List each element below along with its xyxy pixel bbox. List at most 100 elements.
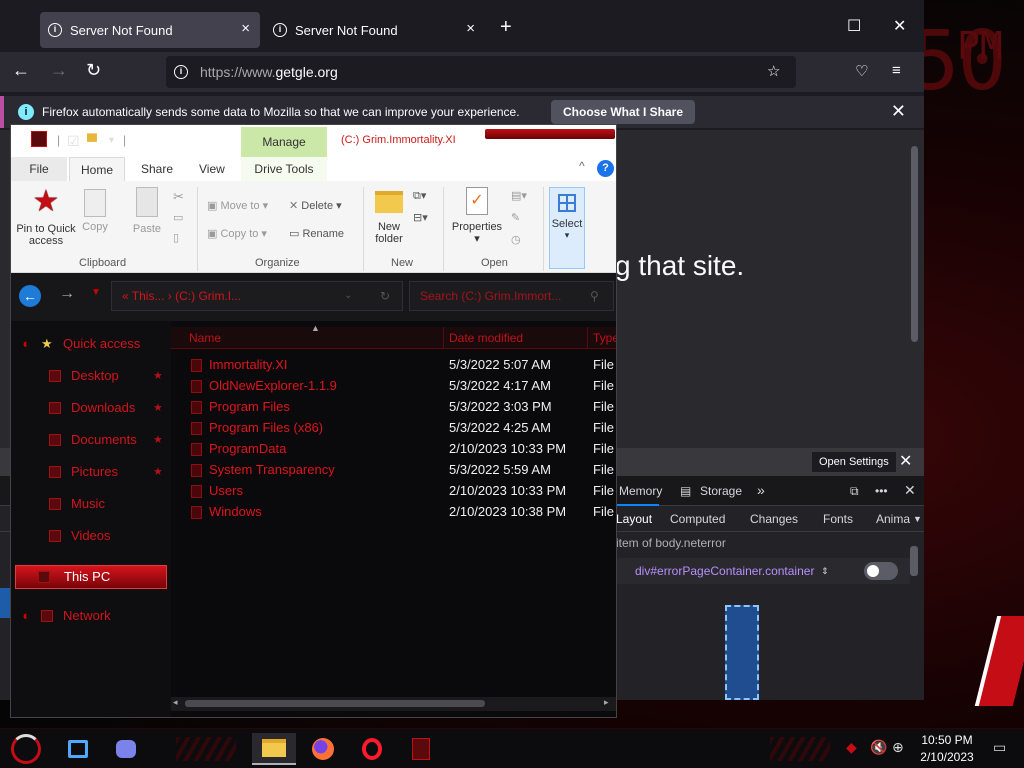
refresh-icon[interactable]: ↻ — [380, 282, 390, 310]
select-button[interactable]: Select ▾ — [549, 187, 585, 269]
paste-shortcut-icon[interactable]: ▯ — [173, 231, 179, 244]
forward-arrow-icon[interactable]: → — [50, 60, 68, 81]
close-notification-icon[interactable]: ✕ — [891, 101, 906, 122]
app-taskbar-button[interactable] — [399, 733, 443, 765]
highlight-toggle[interactable] — [864, 562, 898, 580]
search-input[interactable]: Search (C:) Grim.Immort... ⚲ — [409, 281, 614, 311]
tab-drive-tools[interactable]: Drive Tools — [241, 157, 327, 181]
tab-file[interactable]: File — [11, 157, 67, 181]
tab-storage[interactable]: Storage — [700, 484, 742, 498]
tab-view[interactable]: View — [199, 162, 225, 176]
content-scrollbar[interactable] — [911, 146, 918, 342]
file-row[interactable]: System Transparency 5/3/2022 5:59 AM File — [171, 460, 616, 481]
file-row[interactable]: OldNewExplorer-1.1.9 5/3/2022 4:17 AM File — [171, 376, 616, 397]
file-row[interactable]: ProgramData 2/10/2023 10:33 PM File — [171, 439, 616, 460]
choose-what-i-share-button[interactable]: Choose What I Share — [551, 100, 696, 124]
tray-app-icon[interactable]: ◆ — [846, 739, 857, 756]
close-tab-icon[interactable]: × — [466, 20, 475, 37]
firefox-taskbar-button[interactable] — [301, 733, 345, 765]
copy-button[interactable]: Copy — [75, 187, 115, 233]
scrollbar-thumb[interactable] — [185, 700, 485, 707]
new-tab-button[interactable]: + — [500, 16, 512, 39]
nav-documents[interactable]: Documents ★ — [11, 429, 171, 451]
cut-icon[interactable]: ✂ — [173, 189, 184, 205]
column-separator[interactable] — [587, 327, 588, 349]
file-explorer-taskbar-button[interactable] — [252, 733, 296, 765]
tab-memory[interactable]: Memory — [619, 484, 662, 498]
move-to-button[interactable]: ▣ Move to ▾ — [207, 199, 268, 212]
nav-pictures[interactable]: Pictures ★ — [11, 461, 171, 483]
subtab-fonts[interactable]: Fonts — [823, 512, 853, 526]
nav-music[interactable]: Music — [11, 493, 171, 515]
network-globe-icon[interactable]: ⊕ — [892, 739, 904, 756]
bookmark-star-icon[interactable]: ☆ — [767, 62, 780, 80]
horizontal-scrollbar[interactable]: ◂ ▸ — [171, 697, 616, 711]
copy-to-button[interactable]: ▣ Copy to ▾ — [207, 227, 267, 240]
copy-path-icon[interactable]: ▭ — [173, 211, 183, 224]
pocket-icon[interactable]: ♡ — [855, 62, 868, 80]
new-folder-button[interactable]: New folder — [367, 187, 411, 245]
open-settings-button[interactable]: Open Settings — [812, 452, 896, 472]
easy-access-icon[interactable]: ⊟▾ — [413, 211, 428, 224]
properties-button[interactable]: ✓ Properties ▾ — [447, 187, 507, 245]
tab-share[interactable]: Share — [141, 162, 173, 176]
tab-home[interactable]: Home — [69, 157, 125, 181]
manage-contextual-tab[interactable]: Manage — [241, 127, 327, 157]
nav-videos[interactable]: Videos — [11, 525, 171, 547]
pin-to-quick-access-button[interactable]: ★ Pin to Quick access — [15, 187, 77, 248]
back-arrow-icon[interactable]: ← — [19, 285, 41, 307]
address-bar[interactable]: « This... › (C:) Grim.I... ⌄ ↻ — [111, 281, 403, 311]
url-bar[interactable]: i https://www. getgle.org — [166, 56, 796, 88]
tab-server-not-found-1[interactable]: i Server Not Found × — [40, 12, 260, 48]
file-row[interactable]: Program Files (x86) 5/3/2022 4:25 AM File — [171, 418, 616, 439]
nav-this-pc[interactable]: This PC — [15, 565, 167, 589]
file-row[interactable]: Windows 2/10/2023 10:38 PM File — [171, 502, 616, 523]
paste-button[interactable]: Paste — [127, 187, 167, 235]
file-row[interactable]: Immortality.XI 5/3/2022 5:07 AM File — [171, 355, 616, 376]
chevron-down-icon[interactable]: ▼ — [913, 514, 922, 524]
taskbar-date[interactable]: 2/10/2023 — [916, 750, 978, 764]
edit-icon[interactable]: ✎ — [511, 211, 520, 224]
subtab-layout[interactable]: Layout — [616, 512, 652, 526]
volume-muted-icon[interactable]: 🔇 — [870, 739, 887, 756]
node-selector[interactable]: div#errorPageContainer.container — [635, 564, 814, 578]
reload-icon[interactable]: ↻ — [86, 60, 101, 81]
close-window-icon[interactable]: ✕ — [893, 16, 906, 36]
open-icon[interactable]: ▤▾ — [511, 189, 527, 202]
menu-icon[interactable]: ≡ — [892, 62, 901, 79]
customize-qa-icon[interactable]: ▾ — [109, 135, 114, 146]
file-row[interactable]: Users 2/10/2023 10:33 PM File — [171, 481, 616, 502]
nav-desktop[interactable]: Desktop ★ — [11, 365, 171, 387]
more-tabs-icon[interactable]: » — [757, 482, 765, 498]
close-notice-icon[interactable]: ✕ — [899, 451, 912, 471]
scroll-left-icon[interactable]: ◂ — [173, 697, 178, 708]
notifications-icon[interactable]: ▭ — [993, 739, 1006, 756]
folder-qa-icon[interactable]: ▀ — [87, 133, 97, 149]
column-type[interactable]: Type — [593, 331, 616, 345]
column-name[interactable]: Name — [189, 331, 221, 345]
close-tab-icon[interactable]: × — [241, 20, 250, 37]
tab-server-not-found-2[interactable]: i Server Not Found × — [265, 12, 485, 48]
properties-qa-icon[interactable]: ☑ — [67, 133, 80, 150]
flex-container-row[interactable]: div#errorPageContainer.container ⇕ — [614, 558, 910, 584]
address-dropdown-icon[interactable]: ⌄ — [344, 282, 352, 310]
more-options-icon[interactable]: ••• — [875, 484, 888, 498]
subtab-animations[interactable]: Anima — [876, 512, 910, 526]
start-button[interactable] — [4, 733, 48, 765]
nav-network[interactable]: ◖ Network — [11, 605, 171, 627]
chat-button[interactable] — [104, 733, 148, 765]
dock-icon[interactable]: ⧉ — [850, 484, 859, 499]
subtab-changes[interactable]: Changes — [750, 512, 798, 526]
delete-button[interactable]: ✕ Delete ▾ — [289, 199, 342, 212]
forward-arrow-icon[interactable]: → — [59, 285, 75, 303]
nav-quick-access[interactable]: ◖ ★ Quick access — [11, 333, 171, 355]
site-info-icon[interactable]: i — [174, 65, 188, 79]
opera-taskbar-button[interactable] — [350, 733, 394, 765]
devtools-scrollbar[interactable] — [910, 546, 918, 576]
back-arrow-icon[interactable]: ← — [12, 60, 30, 81]
search-icon[interactable]: ⚲ — [590, 282, 599, 310]
nav-downloads[interactable]: Downloads ★ — [11, 397, 171, 419]
scroll-right-icon[interactable]: ▸ — [604, 697, 609, 708]
history-icon[interactable]: ◷ — [511, 233, 521, 246]
subtab-computed[interactable]: Computed — [670, 512, 725, 526]
